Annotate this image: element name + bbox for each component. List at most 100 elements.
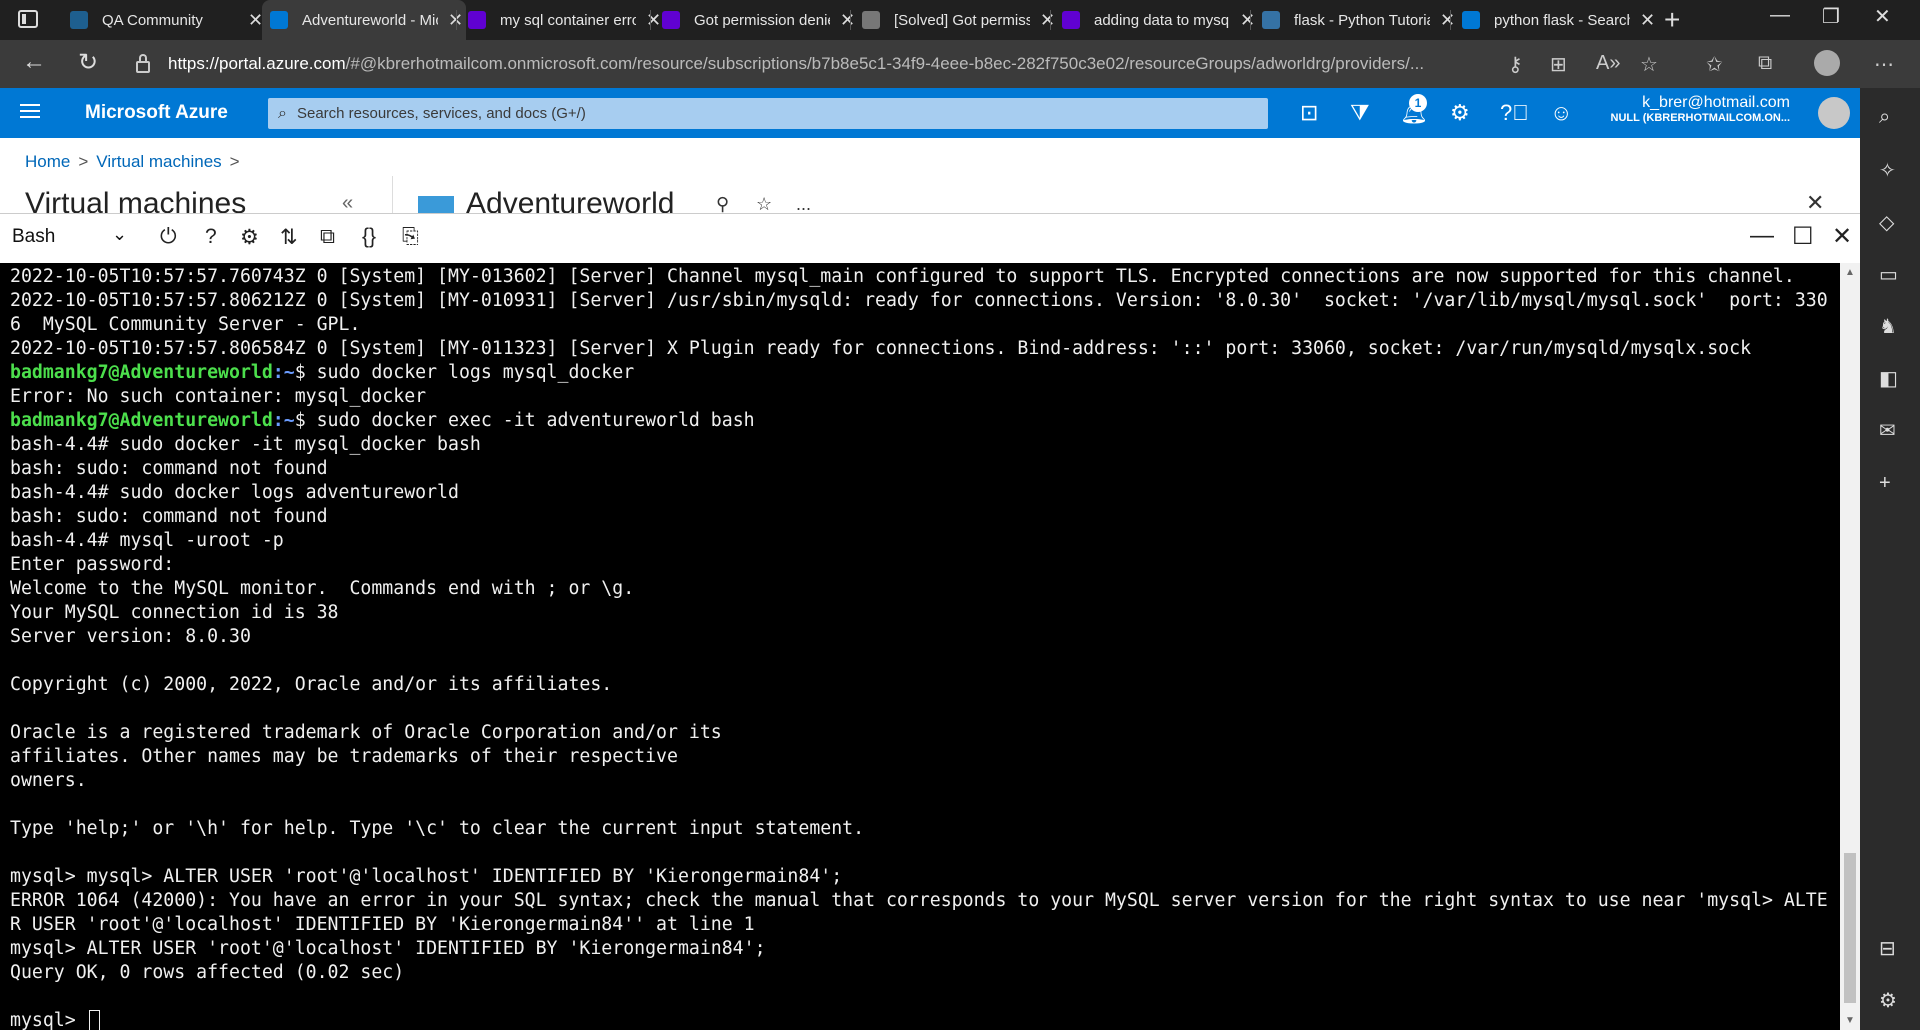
terminal-line: badmankg7@Adventureworld:~$ sudo docker … xyxy=(10,361,634,385)
upload-download-icon[interactable]: ⇅ xyxy=(280,225,298,250)
page-icon xyxy=(862,11,880,29)
settings-icon[interactable]: ⚙ xyxy=(240,225,259,250)
browser-tab[interactable]: my sql container error ✕ xyxy=(460,0,664,40)
avatar[interactable] xyxy=(1818,97,1850,129)
browser-tab[interactable]: python flask - Search ✕ xyxy=(1454,0,1658,40)
minimize-window-button[interactable]: — xyxy=(1770,4,1790,27)
tab-separator xyxy=(850,10,851,30)
outlook-icon[interactable]: ✉ xyxy=(1879,418,1896,443)
tab-title: my sql container error xyxy=(500,11,636,29)
feedback-icon[interactable]: ☺ xyxy=(1550,100,1572,126)
address-bar[interactable]: https://portal.azure.com/#@kbrerhotmailc… xyxy=(136,46,1496,82)
pin-icon[interactable]: ⚲ xyxy=(716,194,729,215)
browser-tab[interactable]: [Solved] Got permission ✕ xyxy=(854,0,1058,40)
restore-window-button[interactable]: ❐ xyxy=(1822,4,1840,29)
new-tab-button[interactable]: + xyxy=(1664,4,1680,36)
terminal-text: ERROR 1064 (42000): You have an error in… xyxy=(10,890,1828,911)
office-icon[interactable]: ◧ xyxy=(1879,366,1898,391)
profile-avatar[interactable] xyxy=(1814,50,1840,76)
close-tab-icon[interactable]: ✕ xyxy=(1640,10,1655,31)
search-icon xyxy=(1462,11,1480,29)
terminal-line: Oracle is a registered trademark of Orac… xyxy=(10,721,722,745)
close-window-button[interactable]: ✕ xyxy=(1874,4,1891,29)
help-icon[interactable]: ? xyxy=(205,225,217,249)
collections-icon[interactable]: ⧉ xyxy=(1758,52,1772,75)
browser-tab[interactable]: flask - Python Tutorial ✕ xyxy=(1254,0,1458,40)
azure-header: Microsoft Azure ⌕ Search resources, serv… xyxy=(0,88,1860,138)
scroll-down-icon[interactable]: ▼ xyxy=(1845,1015,1855,1026)
search-icon[interactable]: ⌕ xyxy=(1879,106,1890,129)
more-actions-button[interactable]: ... xyxy=(796,194,811,215)
terminal-text: bash-4.4# mysql -uroot -p xyxy=(10,530,284,551)
shopping-icon[interactable]: ◇ xyxy=(1879,210,1894,235)
terminal-scrollbar[interactable]: ▲ ▼ xyxy=(1840,263,1860,1030)
cloud-shell-icon[interactable]: ⊡ xyxy=(1300,100,1318,126)
prompt-user: badmankg7@Adventureworld xyxy=(10,362,273,383)
terminal-line: Enter password: xyxy=(10,553,174,577)
terminal-text: $ sudo docker exec -it adventureworld ba… xyxy=(294,410,755,431)
azure-brand[interactable]: Microsoft Azure xyxy=(85,102,228,124)
editor-icon[interactable]: {} xyxy=(362,225,376,249)
refresh-button[interactable]: ↻ xyxy=(78,48,98,77)
add-sidebar-app-icon[interactable]: + xyxy=(1879,472,1891,495)
shell-type-select[interactable]: Bash ⌄ xyxy=(12,224,132,248)
close-shell-button[interactable]: ✕ xyxy=(1832,222,1852,251)
terminal-text: 2022-10-05T10:57:57.806212Z 0 [System] [… xyxy=(10,290,1828,311)
hide-sidebar-icon[interactable]: ⊟ xyxy=(1879,936,1896,961)
settings-icon[interactable]: ⚙ xyxy=(1450,100,1470,126)
read-aloud-icon[interactable]: A» xyxy=(1596,52,1620,75)
help-icon[interactable]: ?⃝ xyxy=(1500,100,1529,126)
add-favorite-icon[interactable]: ☆ xyxy=(1640,52,1658,77)
shell-type-label: Bash xyxy=(12,226,56,247)
discover-icon[interactable]: ✧ xyxy=(1879,158,1896,183)
minimize-shell-button[interactable]: — xyxy=(1750,222,1774,250)
breadcrumb-home[interactable]: Home xyxy=(25,152,70,171)
browser-tab-strip: QA Community✕Adventureworld - Microsoft … xyxy=(0,0,1920,40)
close-tab-icon[interactable]: ✕ xyxy=(1440,10,1455,31)
close-tab-icon[interactable]: ✕ xyxy=(1040,10,1055,31)
terminal-line: R USER 'root'@'localhost' IDENTIFIED BY … xyxy=(10,913,755,937)
games-icon[interactable]: ♞ xyxy=(1879,314,1897,339)
terminal-text: bash: sudo: command not found xyxy=(10,458,328,479)
terminal-line: Welcome to the MySQL monitor. Commands e… xyxy=(10,577,634,601)
directory-filter-icon[interactable]: ⧩ xyxy=(1350,100,1370,126)
web-preview-icon[interactable]: ⎘ xyxy=(402,225,419,249)
collapse-panel-icon[interactable]: « xyxy=(342,192,353,215)
key-icon[interactable]: ⚷ xyxy=(1508,52,1523,77)
close-tab-icon[interactable]: ✕ xyxy=(248,10,263,31)
tab-actions-icon[interactable] xyxy=(18,10,38,28)
browser-tab[interactable]: adding data to mysql ✕ xyxy=(1054,0,1258,40)
favorite-star-icon[interactable]: ☆ xyxy=(756,194,772,215)
browser-tab[interactable]: QA Community ✕ xyxy=(62,0,266,40)
back-button[interactable]: ← xyxy=(22,48,46,76)
apps-icon[interactable]: ⊞ xyxy=(1550,52,1567,77)
favorites-icon[interactable]: ✩ xyxy=(1706,52,1723,77)
maximize-shell-button[interactable]: ☐ xyxy=(1792,222,1814,251)
close-tab-icon[interactable]: ✕ xyxy=(1240,10,1255,31)
portal-menu-icon[interactable] xyxy=(20,104,40,118)
tab-separator xyxy=(650,10,651,30)
search-input[interactable]: ⌕ Search resources, services, and docs (… xyxy=(268,98,1268,129)
breadcrumb: Home > Virtual machines > xyxy=(25,152,240,171)
browser-tab[interactable]: Adventureworld - Microsoft Azure✕ xyxy=(262,0,466,40)
scroll-up-icon[interactable]: ▲ xyxy=(1845,267,1855,278)
portal-content: Home > Virtual machines > Virtual machines … xyxy=(0,138,1860,216)
terminal-text: Your MySQL connection id is 38 xyxy=(10,602,339,623)
account-menu[interactable]: k_brer@hotmail.com NULL (KBRERHOTMAILCOM… xyxy=(1611,94,1790,124)
scrollbar-thumb[interactable] xyxy=(1844,853,1856,1003)
restart-icon[interactable]: ⏻ xyxy=(160,225,177,249)
terminal-cursor[interactable] xyxy=(88,1010,100,1030)
page-title: Virtual machines xyxy=(25,187,247,213)
terminal-line: 6 MySQL Community Server - GPL. xyxy=(10,313,360,337)
tools-icon[interactable]: ▭ xyxy=(1879,262,1898,287)
browser-tab[interactable]: Got permission denied ✕ xyxy=(654,0,858,40)
open-new-session-icon[interactable]: ⧉ xyxy=(320,225,335,249)
breadcrumb-virtual-machines[interactable]: Virtual machines xyxy=(96,152,221,171)
terminal-output[interactable]: 2022-10-05T10:57:57.760743Z 0 [System] [… xyxy=(0,263,1840,1030)
terminal-text: Welcome to the MySQL monitor. Commands e… xyxy=(10,578,635,599)
more-options-icon[interactable]: ⋯ xyxy=(1874,52,1894,77)
terminal-line: 2022-10-05T10:57:57.806584Z 0 [System] [… xyxy=(10,337,1751,361)
terminal-line: bash-4.4# sudo docker -it mysql_docker b… xyxy=(10,433,481,457)
close-tab-icon[interactable]: ✕ xyxy=(840,10,855,31)
sidebar-settings-icon[interactable]: ⚙ xyxy=(1879,988,1897,1013)
